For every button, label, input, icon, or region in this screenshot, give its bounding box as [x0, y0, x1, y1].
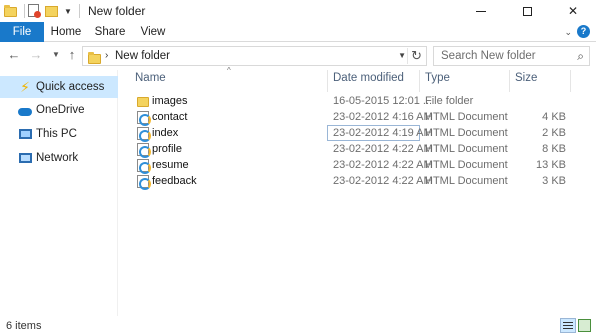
folder-icon[interactable] [4, 4, 18, 18]
file-list: ^ Name Date modified Type Size images 16… [119, 66, 596, 316]
table-row[interactable]: profile 23-02-2012 4:22 AM HTML Document… [119, 142, 596, 158]
html-file-icon [137, 175, 151, 190]
html-file-icon [137, 143, 151, 158]
column-header-size[interactable]: Size [515, 72, 537, 88]
column-divider[interactable] [327, 70, 328, 92]
file-date: 23-02-2012 4:19 AM [333, 127, 433, 139]
folder-icon [137, 97, 149, 107]
html-file-icon [137, 111, 151, 126]
file-size: 2 KB [542, 127, 566, 139]
customize-toolbar-icon[interactable]: ▼ [64, 7, 72, 16]
close-button[interactable]: ✕ [550, 0, 596, 22]
breadcrumb-chevron-icon[interactable]: › [105, 50, 108, 61]
column-header-type[interactable]: Type [425, 72, 450, 88]
file-date: 23-02-2012 4:22 AM [333, 159, 433, 171]
maximize-icon [522, 6, 532, 16]
toolbar-separator [24, 4, 25, 18]
file-name: contact [152, 111, 188, 123]
nav-item-label: This PC [36, 128, 77, 140]
address-bar[interactable]: › New folder ▼ ↻ [82, 46, 427, 66]
file-size: 8 KB [542, 143, 566, 155]
file-type: HTML Document [425, 111, 508, 123]
star-icon: ⚡ [20, 78, 30, 95]
tab-view[interactable]: View [132, 22, 174, 42]
sort-indicator-icon: ^ [227, 66, 231, 75]
back-arrow-icon[interactable]: ← [6, 47, 22, 63]
nav-item-onedrive[interactable]: OneDrive [0, 99, 118, 121]
file-type: HTML Document [425, 159, 508, 171]
properties-icon[interactable] [28, 4, 42, 18]
title-bar: ▼ New folder ✕ [0, 0, 596, 22]
table-row[interactable]: feedback 23-02-2012 4:22 AM HTML Documen… [119, 174, 596, 190]
help-icon[interactable]: ? [577, 25, 590, 38]
column-divider[interactable] [509, 70, 510, 92]
search-input[interactable]: Search New folder ⌕ [433, 46, 590, 66]
nav-item-label: OneDrive [36, 104, 85, 116]
file-size: 3 KB [542, 175, 566, 187]
file-date: 16-05-2015 12:01 ... [333, 95, 433, 107]
quick-access-toolbar: ▼ [4, 3, 83, 19]
window-title: New folder [88, 4, 146, 18]
file-name: images [152, 95, 188, 107]
nav-item-label: Quick access [36, 81, 105, 93]
item-count: 6 items [6, 320, 42, 332]
file-size: 4 KB [542, 111, 566, 123]
file-size: 13 KB [536, 159, 566, 171]
address-toolbar: ← → ▼ ↑ › New folder ▼ ↻ Search New fold… [0, 43, 596, 69]
file-name: feedback [152, 175, 197, 187]
details-view-icon[interactable] [560, 318, 576, 333]
html-file-icon [137, 159, 151, 174]
nav-item-label: Network [36, 152, 79, 164]
file-type: HTML Document [425, 143, 508, 155]
column-header-name[interactable]: Name [135, 72, 166, 88]
nav-item-quick-access[interactable]: ⚡ Quick access [0, 76, 118, 98]
toolbar-separator [78, 4, 80, 18]
new-folder-icon[interactable] [45, 4, 59, 18]
large-icons-view-icon[interactable] [578, 319, 591, 332]
refresh-icon[interactable]: ↻ [407, 48, 422, 64]
status-bar: 6 items [0, 316, 596, 336]
nav-item-this-pc[interactable]: This PC [0, 123, 118, 145]
expand-ribbon-icon[interactable]: ⌄ [564, 27, 572, 38]
search-icon[interactable]: ⌕ [577, 49, 584, 64]
tab-home[interactable]: Home [44, 22, 88, 42]
column-divider[interactable] [570, 70, 571, 92]
column-header-date[interactable]: Date modified [333, 72, 404, 88]
html-file-icon [137, 127, 151, 142]
tab-file[interactable]: File [0, 22, 44, 42]
file-date: 23-02-2012 4:16 AM [333, 111, 433, 123]
minimize-icon [476, 10, 486, 12]
file-name: profile [152, 143, 182, 155]
chevron-down-icon[interactable]: ▼ [398, 51, 406, 60]
nav-item-network[interactable]: Network [0, 147, 118, 169]
up-arrow-icon[interactable]: ↑ [64, 47, 80, 63]
file-date: 23-02-2012 4:22 AM [333, 175, 433, 187]
file-date: 23-02-2012 4:22 AM [333, 143, 433, 155]
table-row[interactable]: contact 23-02-2012 4:16 AM HTML Document… [119, 110, 596, 126]
navigation-pane: ⚡ Quick access OneDrive This PC Network [0, 70, 118, 316]
table-row[interactable]: images 16-05-2015 12:01 ... File folder [119, 94, 596, 110]
maximize-button[interactable] [504, 0, 550, 22]
table-row[interactable]: resume 23-02-2012 4:22 AM HTML Document … [119, 158, 596, 174]
file-type: HTML Document [425, 127, 508, 139]
minimize-button[interactable] [458, 0, 504, 22]
close-icon: ✕ [567, 4, 579, 18]
tab-share[interactable]: Share [88, 22, 132, 42]
network-icon [18, 151, 32, 165]
computer-icon [18, 127, 32, 141]
file-name: resume [152, 159, 189, 171]
table-row[interactable]: index 23-02-2012 4:19 AM HTML Document 2… [119, 126, 596, 142]
search-placeholder: Search New folder [441, 50, 536, 62]
recent-locations-icon[interactable]: ▼ [48, 47, 64, 63]
file-name: index [152, 127, 179, 139]
file-type: HTML Document [425, 175, 508, 187]
column-divider[interactable] [419, 70, 420, 92]
file-type: File folder [425, 95, 474, 107]
cloud-icon [18, 103, 32, 117]
ribbon-tabs: File Home Share View ⌄ ? [0, 22, 596, 42]
forward-arrow-icon[interactable]: → [28, 47, 44, 63]
breadcrumb-current[interactable]: New folder [115, 50, 170, 62]
folder-icon [88, 52, 101, 64]
